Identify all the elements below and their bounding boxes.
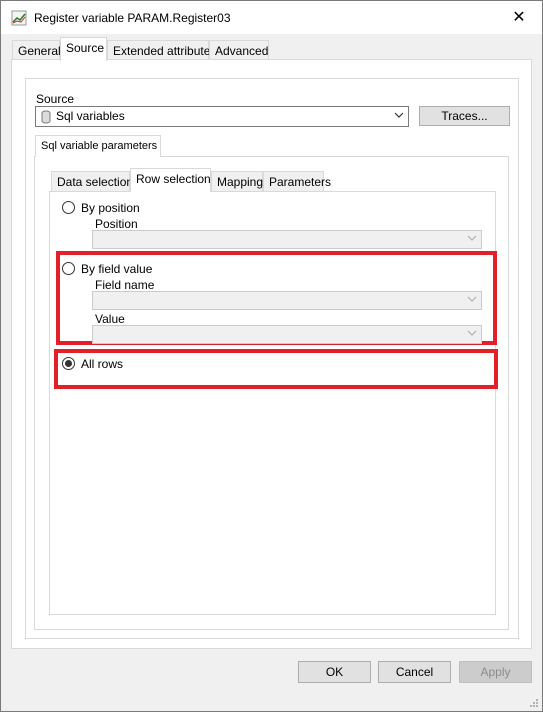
traces-button[interactable]: Traces... <box>419 106 510 126</box>
by-position-radio[interactable] <box>62 201 75 214</box>
tab-general-label: General <box>18 44 61 58</box>
tab-parameters-label: Parameters <box>269 175 332 189</box>
cancel-button[interactable]: Cancel <box>378 661 451 683</box>
by-position-label: By position <box>81 201 140 215</box>
field-name-label: Field name <box>95 278 155 292</box>
tab-source-label: Source <box>66 41 105 55</box>
field-name-select[interactable] <box>92 291 482 310</box>
tab-data-selection-label: Data selection <box>57 175 134 189</box>
apply-button[interactable]: Apply <box>459 661 532 683</box>
tab-advanced-label: Advanced <box>215 44 269 58</box>
tab-row-selection-label: Row selection <box>136 172 211 186</box>
value-select[interactable] <box>92 325 482 344</box>
database-icon <box>41 110 51 124</box>
by-field-value-label: By field value <box>81 262 153 276</box>
tab-source[interactable]: Source <box>60 37 107 61</box>
window-title: Register variable PARAM.Register03 <box>34 11 231 25</box>
resize-grip-icon[interactable] <box>529 698 539 708</box>
by-field-value-radio[interactable] <box>62 262 75 275</box>
tab-general[interactable]: General <box>12 40 61 61</box>
chevron-down-icon <box>467 330 477 336</box>
tab-row-selection[interactable]: Row selection <box>130 168 211 192</box>
position-label: Position <box>95 217 138 231</box>
close-button[interactable]: ✕ <box>496 1 542 33</box>
chevron-down-icon <box>467 296 477 302</box>
value-label: Value <box>95 312 125 326</box>
dialog-window: Register variable PARAM.Register03 ✕ Gen… <box>0 0 543 712</box>
source-select[interactable]: Sql variables <box>35 106 409 127</box>
source-select-value: Sql variables <box>56 109 125 123</box>
tab-parameters[interactable]: Parameters <box>263 171 331 192</box>
tab-sql-variable-parameters[interactable]: Sql variable parameters <box>35 135 161 157</box>
tab-mapping[interactable]: Mapping <box>211 171 263 192</box>
tab-advanced[interactable]: Advanced <box>209 40 269 61</box>
tab-extended-attributes-label: Extended attributes <box>113 44 217 58</box>
chart-icon <box>11 10 27 26</box>
tab-mapping-label: Mapping <box>217 175 264 189</box>
tab-data-selection[interactable]: Data selection <box>51 171 134 192</box>
all-rows-label: All rows <box>81 357 124 371</box>
ok-button[interactable]: OK <box>298 661 371 683</box>
close-icon: ✕ <box>512 9 526 26</box>
all-rows-radio[interactable] <box>62 357 75 370</box>
source-label: Source <box>36 92 75 106</box>
tab-sql-variable-parameters-label: Sql variable parameters <box>41 140 158 152</box>
position-select[interactable] <box>92 230 482 249</box>
chevron-down-icon <box>394 112 404 118</box>
chevron-down-icon <box>467 235 477 241</box>
tab-extended-attributes[interactable]: Extended attributes <box>107 40 216 61</box>
title-bar: Register variable PARAM.Register03 ✕ <box>1 1 542 34</box>
